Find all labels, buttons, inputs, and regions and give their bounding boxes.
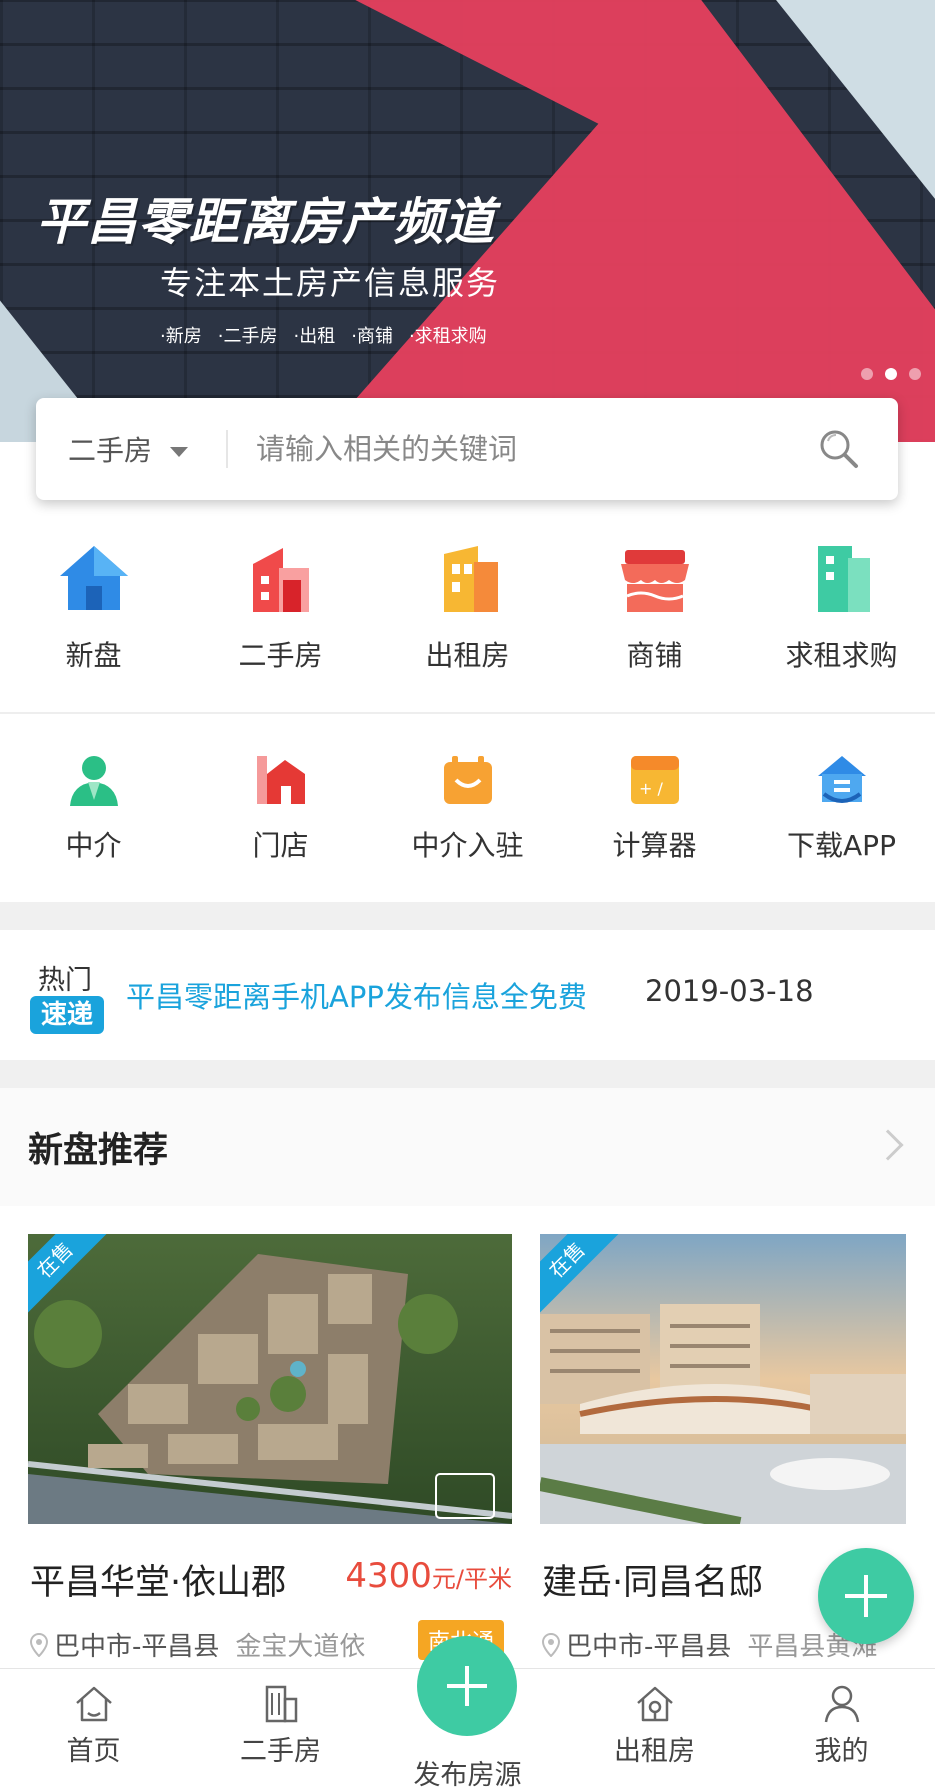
category-second-hand[interactable]: 二手房 bbox=[187, 540, 374, 674]
search-icon[interactable] bbox=[816, 426, 862, 472]
banner-tag: ·求租求购 bbox=[408, 326, 487, 347]
location-text: 巴中市-平昌县 bbox=[566, 1632, 732, 1662]
promo-banner[interactable]: 平昌零距离房产频道 专注本土房产信息服务 ·新房 ·二手房 ·出租 ·商铺 ·求… bbox=[0, 0, 935, 442]
banner-tag: ·新房 bbox=[160, 326, 202, 347]
store-icon bbox=[256, 756, 305, 804]
category-label: 中介入驻 bbox=[411, 829, 524, 862]
tab-rental[interactable]: 出租房 bbox=[561, 1669, 748, 1789]
banner-tag: ·出租 bbox=[293, 326, 336, 347]
home-icon bbox=[75, 1686, 112, 1722]
agent-icon bbox=[69, 756, 118, 806]
download-icon bbox=[817, 756, 866, 803]
calendar-icon bbox=[443, 756, 492, 804]
category-download-app[interactable]: 下载APP bbox=[748, 752, 935, 864]
listing-price: 4300元/平米 bbox=[345, 1556, 512, 1596]
building-outline-icon bbox=[265, 1685, 297, 1723]
tab-second-hand[interactable]: 二手房 bbox=[187, 1669, 374, 1789]
address-text: 金宝大道依 bbox=[235, 1632, 366, 1662]
listing-card[interactable]: 在售 建岳·同昌名邸 巴中市-平昌县 平昌县黄滩 bbox=[540, 1234, 906, 1662]
publish-plus-button[interactable] bbox=[417, 1636, 517, 1736]
category-calculator[interactable]: + / 计算器 bbox=[561, 752, 748, 864]
category-rental[interactable]: 出租房 bbox=[374, 540, 561, 674]
new-homes-section-header[interactable]: 新盘推荐 bbox=[0, 1088, 935, 1206]
location-pin-icon bbox=[30, 1632, 48, 1657]
category-label: 门店 bbox=[252, 829, 309, 862]
location-text: 巴中市-平昌县 bbox=[54, 1632, 220, 1662]
category-label: 中介 bbox=[65, 829, 122, 862]
shop-icon bbox=[620, 550, 689, 612]
news-headline[interactable]: 平昌零距离手机APP发布信息全免费 bbox=[126, 974, 587, 1016]
house-icon bbox=[59, 546, 128, 610]
price-value: 4300 bbox=[345, 1556, 432, 1596]
building-icon bbox=[252, 548, 309, 612]
search-bar: 二手房 bbox=[36, 398, 898, 500]
category-label: 求租求购 bbox=[785, 639, 898, 672]
category-agents[interactable]: 中介 bbox=[0, 752, 187, 864]
secondary-category-grid: 中介 门店 中介入驻 + / 计算器 下载APP bbox=[0, 752, 935, 864]
main-category-grid: 新盘 二手房 出租房 商铺 求租求购 bbox=[0, 540, 935, 674]
carousel-dots[interactable] bbox=[861, 368, 921, 380]
listing-location: 巴中市-平昌县 平昌县黄滩 bbox=[542, 1626, 877, 1663]
category-label: 二手房 bbox=[238, 639, 323, 672]
category-label: 下载APP bbox=[787, 829, 896, 862]
category-label: 商铺 bbox=[626, 639, 683, 672]
house-key-icon bbox=[636, 1686, 673, 1722]
search-type-select[interactable]: 二手房 bbox=[36, 429, 226, 469]
banner-subtitle: 专注本土房产信息服务 bbox=[160, 264, 501, 302]
category-new-homes[interactable]: 新盘 bbox=[0, 540, 187, 674]
category-label: 出租房 bbox=[425, 639, 510, 672]
category-agent-join[interactable]: 中介入驻 bbox=[374, 752, 561, 864]
banner-tags: ·新房 ·二手房 ·出租 ·商铺 ·求租求购 bbox=[160, 322, 487, 348]
carousel-dot[interactable] bbox=[861, 368, 873, 380]
section-title: 新盘推荐 bbox=[28, 1131, 169, 1171]
category-stores[interactable]: 门店 bbox=[187, 752, 374, 864]
listing-name[interactable]: 建岳·同昌名邸 bbox=[542, 1554, 763, 1605]
tab-mine[interactable]: 我的 bbox=[748, 1669, 935, 1789]
tab-label: 我的 bbox=[814, 1736, 869, 1767]
carousel-dot-active[interactable] bbox=[885, 368, 897, 380]
location-pin-icon bbox=[542, 1632, 560, 1657]
search-input[interactable] bbox=[228, 432, 816, 466]
carousel-dot[interactable] bbox=[909, 368, 921, 380]
svg-text:+ /: + / bbox=[639, 779, 663, 798]
listing-name[interactable]: 平昌华堂·依山郡 bbox=[30, 1554, 286, 1605]
news-ticker[interactable]: 热门 速递 平昌零距离手机APP发布信息全免费 2019-03-18 bbox=[0, 930, 935, 1060]
tab-label: 首页 bbox=[66, 1736, 121, 1767]
user-icon bbox=[824, 1685, 859, 1723]
category-label: 计算器 bbox=[612, 829, 697, 862]
tower-icon bbox=[817, 546, 870, 612]
apartment-icon bbox=[443, 546, 498, 612]
banner-tag: ·二手房 bbox=[217, 326, 278, 347]
section-gap bbox=[0, 1060, 935, 1088]
category-label: 新盘 bbox=[65, 639, 122, 672]
news-date: 2019-03-18 bbox=[645, 974, 814, 1008]
listing-card[interactable]: 在售 平昌华堂·依山郡 4300元/平米 巴中市-平昌县 金宝大道依 南北通 bbox=[28, 1234, 512, 1662]
tab-label: 二手房 bbox=[240, 1736, 321, 1767]
tab-label: 出租房 bbox=[614, 1736, 695, 1767]
banner-title: 平昌零距离房产频道 bbox=[36, 193, 495, 251]
chevron-right-icon[interactable] bbox=[872, 1129, 904, 1161]
chevron-down-icon bbox=[170, 447, 189, 457]
express-badge: 速递 bbox=[30, 996, 104, 1034]
floating-add-button[interactable] bbox=[818, 1548, 914, 1644]
app-page: 平昌零距离房产频道 专注本土房产信息服务 ·新房 ·二手房 ·出租 ·商铺 ·求… bbox=[0, 0, 935, 1789]
listing-image[interactable]: 在售 bbox=[28, 1234, 512, 1524]
listing-image[interactable]: 在售 bbox=[540, 1234, 906, 1524]
tab-home[interactable]: 首页 bbox=[0, 1669, 187, 1789]
listing-location: 巴中市-平昌县 金宝大道依 bbox=[30, 1626, 365, 1663]
price-unit: 元/平米 bbox=[431, 1565, 512, 1593]
hot-label: 热门 bbox=[38, 965, 92, 996]
section-gap bbox=[0, 902, 935, 930]
category-wanted[interactable]: 求租求购 bbox=[748, 540, 935, 674]
calculator-icon: + / bbox=[630, 756, 679, 804]
tab-label: 发布房源 bbox=[413, 1760, 522, 1789]
search-type-label: 二手房 bbox=[68, 434, 153, 467]
grid-divider bbox=[0, 712, 935, 714]
banner-tag: ·商铺 bbox=[351, 326, 393, 347]
category-shops[interactable]: 商铺 bbox=[561, 540, 748, 674]
